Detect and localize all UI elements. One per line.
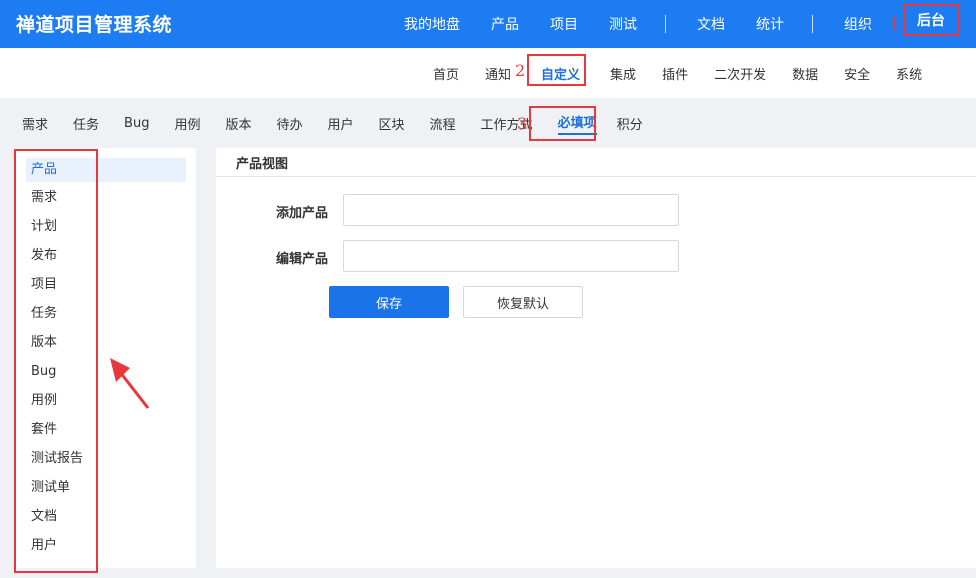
tab-build[interactable]: 版本 (225, 114, 251, 133)
nav-admin[interactable]: 后台 (903, 4, 959, 36)
nav-divider (812, 15, 813, 33)
subnav-data[interactable]: 数据 (792, 64, 818, 83)
tab-score[interactable]: 积分 (617, 114, 643, 133)
highlight-box (14, 149, 98, 573)
divider (216, 176, 976, 177)
tab-bug[interactable]: Bug (124, 116, 149, 131)
add-product-input[interactable] (343, 194, 679, 226)
main-nav: 我的地盘 产品 项目 测试 文档 统计 组织 (373, 0, 872, 48)
custom-tabs: 需求 任务 Bug 用例 版本 待办 用户 区块 流程 工作方式 必填项 积分 … (0, 98, 976, 148)
restore-default-button[interactable]: 恢复默认 (463, 286, 583, 318)
field-label-edit-product: 编辑产品 (276, 252, 329, 267)
nav-doc[interactable]: 文档 (697, 14, 725, 34)
tab-todo[interactable]: 待办 (276, 114, 302, 133)
page-title: 产品视图 (236, 157, 289, 172)
tab-flow[interactable]: 流程 (430, 114, 456, 133)
nav-test[interactable]: 测试 (609, 14, 637, 34)
nav-org[interactable]: 组织 (844, 14, 872, 34)
nav-stats[interactable]: 统计 (756, 14, 784, 34)
top-navbar: 禅道项目管理系统 我的地盘 产品 项目 测试 文档 统计 组织 1 后台 (0, 0, 976, 48)
nav-product[interactable]: 产品 (491, 14, 519, 34)
save-button[interactable]: 保存 (329, 286, 449, 318)
app-title[interactable]: 禅道项目管理系统 (16, 10, 172, 37)
main-panel: 产品视图 添加产品 编辑产品 保存 恢复默认 (216, 148, 976, 568)
field-label-add-product: 添加产品 (276, 206, 329, 221)
subnav-security[interactable]: 安全 (844, 64, 870, 83)
subnav-integration[interactable]: 集成 (610, 64, 636, 83)
subnav-notify[interactable]: 通知 (485, 64, 511, 83)
annotation-number: 1 (889, 14, 900, 33)
annotation-number: 2 (515, 61, 526, 80)
tab-task[interactable]: 任务 (73, 114, 99, 133)
nav-divider (665, 15, 666, 33)
annotation-number: 3 (517, 114, 528, 133)
tab-block[interactable]: 区块 (379, 114, 405, 133)
highlight-box (529, 106, 596, 141)
subnav-dev[interactable]: 二次开发 (714, 64, 766, 83)
subnav-system[interactable]: 系统 (896, 64, 922, 83)
subnav-home[interactable]: 首页 (433, 64, 459, 83)
nav-project[interactable]: 项目 (550, 14, 578, 34)
tab-case[interactable]: 用例 (174, 114, 200, 133)
tab-user[interactable]: 用户 (328, 114, 354, 133)
edit-product-input[interactable] (343, 240, 679, 272)
highlight-box (527, 54, 586, 86)
arrow-annotation-icon (110, 358, 150, 409)
tab-story[interactable]: 需求 (22, 114, 48, 133)
admin-subnav: 首页 通知 自定义 集成 插件 二次开发 数据 安全 系统 2 (0, 48, 976, 98)
nav-my-dashboard[interactable]: 我的地盘 (404, 14, 460, 34)
subnav-plugin[interactable]: 插件 (662, 64, 688, 83)
